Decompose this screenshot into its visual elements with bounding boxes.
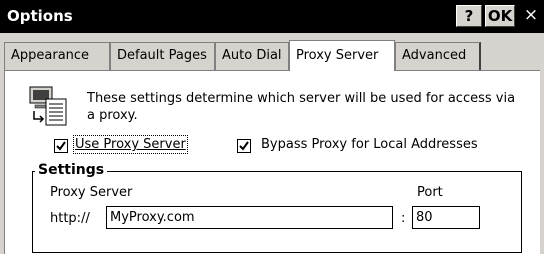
window-title: Options	[7, 7, 73, 25]
checkmark-icon	[239, 141, 249, 151]
tab-advanced[interactable]: Advanced	[395, 42, 481, 70]
close-button[interactable]: ×	[518, 5, 544, 27]
use-proxy-checkbox[interactable]	[54, 139, 68, 153]
use-proxy-label[interactable]: Use Proxy Server	[73, 135, 188, 154]
port-separator: :	[401, 211, 406, 226]
network-settings-icon	[29, 86, 67, 126]
port-input[interactable]: 80	[412, 206, 480, 229]
bypass-local-label[interactable]: Bypass Proxy for Local Addresses	[261, 137, 478, 152]
proxy-server-input[interactable]: MyProxy.com	[106, 206, 393, 229]
settings-group-title: Settings	[35, 162, 108, 178]
tab-default-pages[interactable]: Default Pages	[110, 42, 215, 70]
tab-proxy-server[interactable]: Proxy Server	[289, 40, 395, 71]
bypass-local-checkbox[interactable]	[237, 139, 251, 153]
checkmark-icon	[56, 141, 66, 151]
port-label: Port	[417, 185, 443, 200]
proxy-server-label: Proxy Server	[50, 185, 133, 200]
title-bar: Options ? OK ×	[0, 0, 544, 33]
http-prefix: http://	[50, 211, 90, 226]
proxy-description: These settings determine which server wi…	[87, 91, 516, 123]
tab-auto-dial[interactable]: Auto Dial	[215, 42, 289, 70]
help-button[interactable]: ?	[456, 5, 482, 27]
ok-button[interactable]: OK	[485, 5, 515, 27]
tab-appearance[interactable]: Appearance	[4, 42, 110, 70]
use-proxy-label-text: Use Proxy Server	[75, 137, 186, 152]
